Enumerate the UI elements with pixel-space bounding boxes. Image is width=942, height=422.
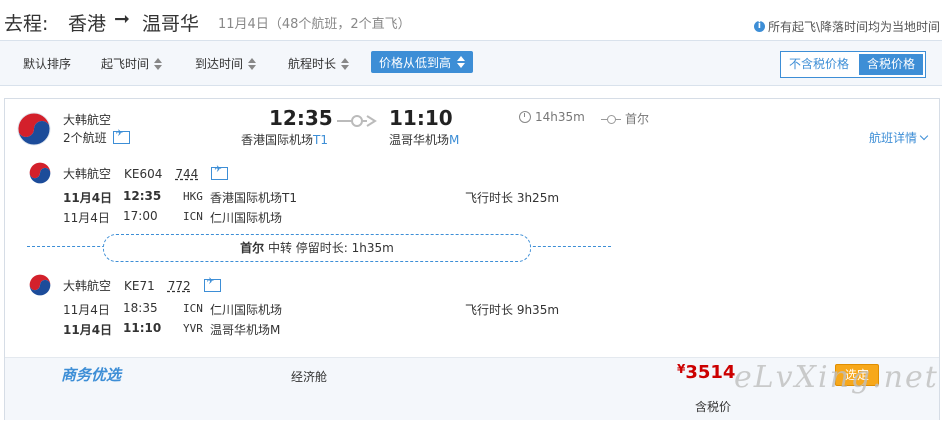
sort-duration[interactable]: 航程时长 [288, 55, 350, 72]
arrival-airport-name: 温哥华机场 [389, 133, 450, 147]
arrival-airport: 温哥华机场M [389, 131, 459, 148]
segment-flight-number: KE604 [124, 166, 163, 181]
tax-included-option[interactable]: 含税价格 [859, 54, 924, 75]
korean-air-logo-icon [29, 274, 51, 296]
plane-info-icon[interactable] [112, 129, 130, 144]
plane-info-icon[interactable] [203, 277, 221, 292]
arrow-right-icon: ➞ [114, 8, 130, 30]
segment-arrival-iata: ICN [183, 210, 203, 223]
sort-price-label: 价格从低到高 [379, 55, 452, 70]
segment-departure-airport: 仁川国际机场 [210, 303, 283, 317]
info-icon: i [753, 21, 765, 32]
stopover: 首尔 [601, 110, 649, 127]
clock-icon [519, 111, 531, 123]
segment-aircraft[interactable]: 744 [175, 167, 198, 181]
plane-info-icon[interactable] [211, 165, 229, 180]
sort-bar: 默认排序 起飞时间 到达时间 航程时长 价格从低到高 不含税价格 含税价格 [0, 40, 942, 86]
stopover-city: 首尔 [625, 112, 650, 126]
sort-depart-label: 起飞时间 [101, 57, 150, 71]
segment-departure-iata: HKG [183, 190, 203, 203]
chevron-down-icon [919, 131, 929, 141]
segment-departure-iata: ICN [183, 302, 203, 315]
segment-departure-time: 12:35 [123, 189, 162, 203]
segment-arrival-time: 11:10 [123, 321, 162, 335]
timezone-note: i 所有起飞\降落时间均为当地时间 [753, 18, 940, 35]
sort-arrows-icon [341, 57, 350, 70]
segment-arrival-iata: YVR [183, 322, 203, 335]
transfer-info: 首尔 中转 停留时长: 1h35m [103, 234, 531, 262]
segment-departure-date: 11月4日 [63, 191, 113, 205]
total-duration-text: 14h35m [535, 110, 585, 124]
sort-arrows-icon [457, 56, 466, 68]
segment-arrival-airport: 仁川国际机场 [210, 211, 283, 225]
sort-depart-time[interactable]: 起飞时间 [101, 55, 163, 72]
sort-arrows-icon [248, 57, 257, 70]
tax-toggle: 不含税价格 含税价格 [780, 51, 927, 78]
segment-departure-date: 11月4日 [63, 303, 110, 317]
flight-path-icon [337, 113, 379, 127]
cabin-class: 经济舱 [291, 370, 328, 384]
segment-departure-airport: 香港国际机场T1 [210, 191, 297, 205]
segment-arrival-time: 17:00 [123, 209, 158, 223]
business-select-badge: 商务优选 [61, 366, 122, 384]
watermark: eLvXing.net [734, 360, 939, 395]
segment-arrival-date: 11月4日 [63, 211, 110, 225]
sort-price-button[interactable]: 价格从低到高 [371, 51, 474, 73]
airline-name: 大韩航空 [63, 113, 112, 127]
price: ¥3514 [677, 362, 735, 383]
departure-time: 12:35 [269, 106, 333, 130]
route-summary: 11月4日（48个航班，2个直飞） [218, 17, 411, 32]
destination-city: 温哥华 [142, 13, 200, 35]
sort-arrive-time[interactable]: 到达时间 [195, 55, 257, 72]
tax-included-label: 含税价 [695, 400, 732, 414]
segment-1-header: 大韩航空 KE604 744 [63, 165, 229, 182]
total-duration: 14h35m [519, 110, 585, 124]
segment-departure-time: 18:35 [123, 301, 158, 315]
segment-flight-time: 飞行时长 3h25m [465, 191, 560, 205]
route-label: 去程: [4, 13, 49, 35]
legs-label: 2个航班 [63, 131, 107, 145]
segment-arrival-airport: 温哥华机场M [210, 323, 281, 337]
departure-terminal: T1 [313, 133, 328, 147]
sort-default-label: 默认排序 [23, 57, 72, 71]
segment-flight-number: KE71 [124, 278, 155, 293]
price-amount: 3514 [685, 362, 736, 383]
departure-airport: 香港国际机场T1 [241, 131, 328, 148]
segment-aircraft[interactable]: 772 [168, 279, 191, 293]
tax-excluded-option[interactable]: 不含税价格 [781, 52, 858, 77]
transfer-city: 首尔 [240, 241, 265, 255]
segment-flight-time: 飞行时长 9h35m [465, 303, 560, 317]
segment-airline: 大韩航空 [63, 279, 112, 293]
arrival-time: 11:10 [389, 106, 453, 130]
timezone-note-text: 所有起飞\降落时间均为当地时间 [767, 20, 940, 34]
origin-city: 香港 [68, 13, 107, 35]
korean-air-logo-icon [17, 112, 51, 146]
sort-default[interactable]: 默认排序 [23, 55, 71, 72]
transfer-text: 中转 停留时长: 1h35m [267, 241, 394, 255]
sort-arrows-icon [154, 57, 163, 70]
korean-air-logo-icon [29, 162, 51, 184]
sort-duration-label: 航程时长 [288, 57, 337, 71]
segment-airline: 大韩航空 [63, 167, 112, 181]
arrival-terminal: M [449, 133, 460, 147]
segment-arrival-date: 11月4日 [63, 323, 113, 337]
route-header: 去程: 香港 ➞ 温哥华 11月4日（48个航班，2个直飞） i 所有起飞\降落… [0, 0, 942, 40]
stop-icon [601, 114, 621, 124]
flight-details-label: 航班详情 [869, 131, 918, 145]
departure-airport-name: 香港国际机场 [241, 133, 314, 147]
segment-2-header: 大韩航空 KE71 772 [63, 277, 221, 294]
flight-details-link[interactable]: 航班详情 [869, 129, 929, 146]
legs-count: 2个航班 [63, 129, 130, 146]
sort-arrive-label: 到达时间 [195, 57, 244, 71]
